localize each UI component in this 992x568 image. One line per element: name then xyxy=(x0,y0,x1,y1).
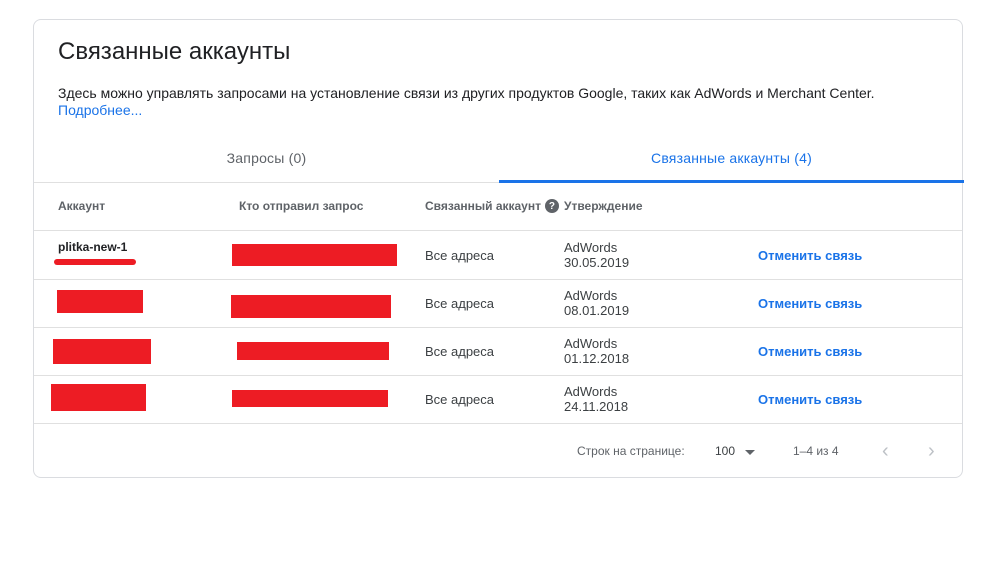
page-title: Связанные аккаунты xyxy=(58,38,291,65)
approval-cell: AdWords 30.05.2019 xyxy=(564,231,629,279)
approval-product: AdWords xyxy=(564,336,618,351)
approval-date: 24.11.2018 xyxy=(564,399,629,414)
redaction-mark xyxy=(51,384,146,411)
linked-account-cell: Все адреса xyxy=(425,295,495,311)
table-row: Все адреса AdWords 08.01.2019 Отменить с… xyxy=(34,279,962,328)
table-row: Все адреса AdWords 01.12.2018 Отменить с… xyxy=(34,327,962,376)
tab-requests[interactable]: Запросы (0) xyxy=(34,134,499,182)
redaction-mark xyxy=(232,244,397,266)
rows-per-page-select[interactable]: 100 xyxy=(715,424,756,478)
redaction-mark xyxy=(231,295,391,318)
chevron-left-icon[interactable]: ‹ xyxy=(882,424,889,478)
approval-cell: AdWords 01.12.2018 xyxy=(564,327,629,375)
tab-linked-accounts[interactable]: Связанные аккаунты (4) xyxy=(499,134,964,183)
header-linked-account: Связанный аккаунт ? xyxy=(425,182,559,230)
unlink-button[interactable]: Отменить связь xyxy=(758,327,862,375)
account-name: plitka-new-1 xyxy=(58,240,128,254)
redaction-mark xyxy=(232,390,388,407)
table-row: plitka-new-1 Все адреса AdWords 30.05.20… xyxy=(34,231,962,280)
unlink-button[interactable]: Отменить связь xyxy=(758,375,862,423)
pagination-bar: Строк на странице: 100 1–4 из 4 ‹ › xyxy=(34,424,962,478)
approval-cell: AdWords 08.01.2019 xyxy=(564,279,629,327)
linked-account-cell: Все адреса xyxy=(425,247,495,263)
header-approval[interactable]: Утверждение xyxy=(564,182,643,230)
approval-date: 01.12.2018 xyxy=(564,351,630,366)
pagination-range: 1–4 из 4 xyxy=(793,444,839,458)
redaction-mark xyxy=(57,290,143,313)
chevron-right-icon[interactable]: › xyxy=(928,424,935,478)
table-row: Все адреса AdWords 24.11.2018 Отменить с… xyxy=(34,375,962,424)
redaction-mark xyxy=(54,259,136,265)
page-description: Здесь можно управлять запросами на устан… xyxy=(58,85,875,101)
chevron-down-icon xyxy=(745,449,756,455)
unlink-button[interactable]: Отменить связь xyxy=(758,279,862,327)
redaction-mark xyxy=(237,342,389,360)
header-linked-account-label[interactable]: Связанный аккаунт xyxy=(425,199,541,213)
approval-date: 08.01.2019 xyxy=(564,303,630,318)
redaction-mark xyxy=(53,339,151,364)
linked-account-cell: Все адреса xyxy=(425,343,495,359)
approval-product: AdWords xyxy=(564,288,618,303)
learn-more-link[interactable]: Подробнее... xyxy=(58,102,142,119)
header-requester[interactable]: Кто отправил запрос xyxy=(239,182,363,230)
approval-date: 30.05.2019 xyxy=(564,255,630,270)
approval-product: AdWords xyxy=(564,240,618,255)
approval-product: AdWords xyxy=(564,384,618,399)
rows-per-page-value: 100 xyxy=(715,444,736,458)
linked-accounts-card: Связанные аккаунты Здесь можно управлять… xyxy=(33,19,964,478)
help-icon[interactable]: ? xyxy=(544,199,559,213)
unlink-button[interactable]: Отменить связь xyxy=(758,231,862,279)
linked-account-cell: Все адреса xyxy=(425,391,495,407)
table-header: Аккаунт Кто отправил запрос Связанный ак… xyxy=(34,182,962,231)
rows-per-page-label: Строк на странице: xyxy=(577,444,685,458)
approval-cell: AdWords 24.11.2018 xyxy=(564,375,628,423)
tab-bar: Запросы (0) Связанные аккаунты (4) xyxy=(34,134,964,183)
